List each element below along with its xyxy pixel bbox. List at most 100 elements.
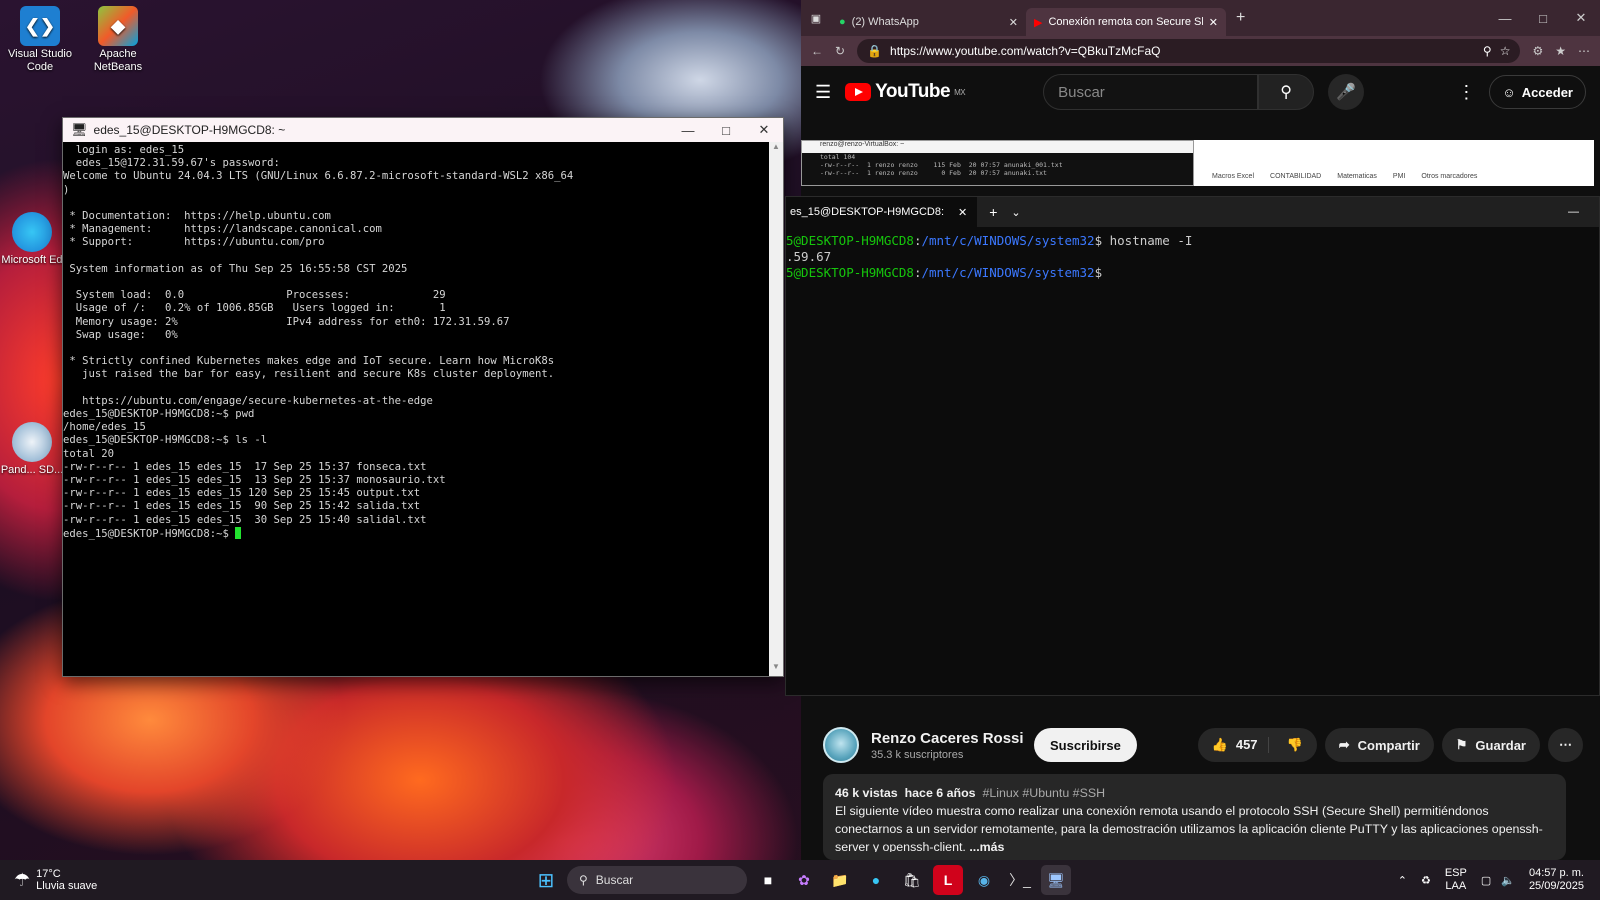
description-text: El siguiente vídeo muestra como realizar… (835, 804, 1543, 852)
description-box[interactable]: 46 k vistas hace 6 años #Linux #Ubuntu #… (823, 774, 1566, 860)
minimize-icon: — (1568, 206, 1579, 218)
start-icon[interactable]: ⊞ (531, 865, 561, 895)
browser-tab-strip: ▣ ● (2) WhatsApp ✕ ▶ Conexión remota con… (801, 0, 1600, 36)
tab-whatsapp[interactable]: ● (2) WhatsApp ✕ (831, 8, 1026, 36)
site-info-icon[interactable]: 🔒 (867, 44, 882, 58)
channel-name[interactable]: Renzo Caceres Rossi (871, 730, 1026, 747)
close-tab-icon[interactable]: ✕ (1209, 16, 1218, 29)
hashtags[interactable]: #Linux #Ubuntu #SSH (982, 786, 1105, 800)
terminal-line: edes_15@172.31.59.67's password: (63, 157, 280, 170)
putty-title: edes_15@DESKTOP-H9MGCD8: ~ (93, 123, 286, 137)
more-icon[interactable]: ⋯ (1578, 44, 1590, 58)
task-view-icon[interactable]: ■ (753, 865, 783, 895)
video-vm-window: renzo@renzo-VirtualBox: ~ total 104 -rw-r… (801, 140, 1194, 186)
edge-icon[interactable]: ● (861, 865, 891, 895)
layout-code: LAA (1445, 880, 1467, 892)
terminal-line: -rw-r--r-- 1 edes_15 edes_15 90 Sep 25 1… (63, 500, 421, 513)
file-explorer-icon[interactable]: 📁 (825, 865, 855, 895)
video-player[interactable]: renzo@renzo-VirtualBox: ~ total 104 -rw-r… (785, 118, 1600, 710)
maximize-button[interactable]: □ (1524, 6, 1562, 30)
putty-scrollbar[interactable]: ▲ ▼ (769, 142, 783, 676)
tab-youtube[interactable]: ▶ Conexión remota con Secure She ✕ (1026, 8, 1226, 36)
volume-icon[interactable]: 🔈 (1501, 874, 1515, 887)
vm-line: -rw-r--r-- 1 renzo renzo 115 Feb 20 07:5… (820, 161, 1063, 169)
avatar[interactable] (823, 727, 859, 763)
favorites-icon[interactable]: ★ (1555, 44, 1566, 58)
subscribe-button[interactable]: Suscribirse (1034, 728, 1137, 762)
close-icon: ✕ (958, 206, 968, 219)
account-icon: ☺ (1502, 84, 1516, 100)
terminal-line: * Management: https://landscape.canonica… (63, 223, 382, 236)
close-button[interactable]: ✕ (745, 118, 783, 142)
wt-path: /mnt/c/WINDOWS/system32 (921, 233, 1095, 248)
show-more-link[interactable]: ...más (969, 840, 1004, 852)
save-label: Guardar (1475, 737, 1526, 753)
minimize-button[interactable]: — (669, 118, 707, 142)
terminal-line: System load: 0.0 Processes: 29 (63, 289, 446, 302)
app-l-icon[interactable]: L (933, 865, 963, 895)
desktop-icon-panda[interactable]: Pand... SD... (0, 422, 64, 477)
display-icon[interactable]: ▢ (1481, 874, 1491, 887)
language-indicator[interactable]: ESP LAA (1445, 867, 1467, 893)
terminal-line: ) (63, 183, 70, 196)
new-tab-icon[interactable]: + (1236, 9, 1245, 27)
weather-icon: ☂ (14, 869, 31, 890)
back-icon[interactable]: ← (811, 44, 823, 58)
putty-titlebar[interactable]: 🖥 edes_15@DESKTOP-H9MGCD8: ~ — □ ✕ (63, 118, 783, 142)
favorite-icon[interactable]: ☆ (1500, 44, 1511, 58)
tab-label: (2) WhatsApp (851, 16, 919, 28)
store-icon[interactable]: 🛍 (897, 865, 927, 895)
share-button[interactable]: ➦ Compartir (1324, 728, 1434, 762)
network-icon[interactable]: ♻ (1421, 874, 1431, 887)
search-input[interactable]: Buscar (1043, 74, 1259, 110)
maximize-button[interactable]: □ (707, 118, 745, 142)
putty-terminal[interactable]: login as: edes_15 edes_15@172.31.59.67's… (63, 142, 769, 676)
more-actions-button[interactable]: ⋯ (1548, 728, 1583, 762)
clock[interactable]: 04:57 p. m. 25/09/2025 (1529, 867, 1584, 893)
desktop-icon-vscode[interactable]: ❮❯ Visual Studio Code (2, 6, 78, 74)
terminal-line: edes_15@DESKTOP-H9MGCD8:~$ pwd (63, 408, 255, 421)
terminal-line: * Documentation: https://help.ubuntu.com (63, 210, 331, 223)
signin-button[interactable]: ☺ Acceder (1489, 75, 1586, 109)
date: 25/09/2025 (1528, 880, 1584, 892)
close-button[interactable]: ✕ (1562, 6, 1600, 30)
copilot-icon[interactable]: ✿ (789, 865, 819, 895)
settings-more-icon[interactable]: ⋮ (1457, 82, 1475, 103)
weather-widget[interactable]: ☂ 17°C Lluvia suave (14, 868, 184, 892)
video-meta: 46 k vistas hace 6 años #Linux #Ubuntu #… (835, 784, 1554, 802)
browser-window[interactable]: ▣ ● (2) WhatsApp ✕ ▶ Conexión remota con… (785, 0, 1600, 860)
minimize-button[interactable]: — (1486, 6, 1524, 30)
menu-icon[interactable]: ☰ (815, 82, 831, 103)
terminal-icon[interactable]: 〉_ (1005, 865, 1035, 895)
youtube-logo[interactable]: YouTube MX (845, 81, 966, 103)
terminal-line: https://ubuntu.com/engage/secure-kuberne… (63, 394, 433, 407)
terminal-line: Usage of /: 0.2% of 1006.85GB Users logg… (63, 302, 446, 315)
voice-search-button[interactable]: 🎤 (1328, 74, 1365, 110)
like-button[interactable]: 👍 457 (1198, 737, 1269, 753)
scroll-up-icon[interactable]: ▲ (769, 142, 783, 156)
putty-window[interactable]: 🖥 edes_15@DESKTOP-H9MGCD8: ~ — □ ✕ login… (62, 117, 784, 677)
bookmark-item: Otros marcadores (1421, 173, 1478, 180)
zoom-icon[interactable]: ⚲ (1483, 44, 1492, 58)
taskbar-search[interactable]: ⚲ Buscar (567, 866, 747, 894)
taskbar-search-label: Buscar (595, 873, 634, 887)
desktop-icon-netbeans[interactable]: ◆ Apache NetBeans (80, 6, 156, 74)
putty-taskbar-icon[interactable]: 🖥 (1041, 865, 1071, 895)
url-field[interactable]: 🔒 https://www.youtube.com/watch?v=QBkuTz… (857, 39, 1521, 63)
dislike-button[interactable]: 👎 (1277, 737, 1317, 753)
scroll-down-icon[interactable]: ▼ (769, 662, 783, 676)
close-tab-icon[interactable]: ✕ (1009, 16, 1018, 29)
refresh-icon[interactable]: ↻ (835, 44, 845, 58)
save-button[interactable]: ⚑ Guardar (1441, 728, 1540, 762)
tray-chevron-icon[interactable]: ⌃ (1398, 874, 1407, 887)
tab-actions-icon[interactable]: ▣ (801, 12, 831, 25)
edge-icon (12, 212, 52, 252)
search-button[interactable]: ⚲ (1258, 74, 1315, 110)
share-icon: ➦ (1338, 737, 1350, 752)
time: 04:57 p. m. (1528, 867, 1584, 879)
desktop-icon-edge[interactable]: Microsoft Ed (0, 212, 64, 267)
bookmark-item: CONTABILIDAD (1270, 173, 1322, 180)
extensions-icon[interactable]: ⚙ (1532, 44, 1543, 58)
app-circle-icon[interactable]: ◉ (969, 865, 999, 895)
